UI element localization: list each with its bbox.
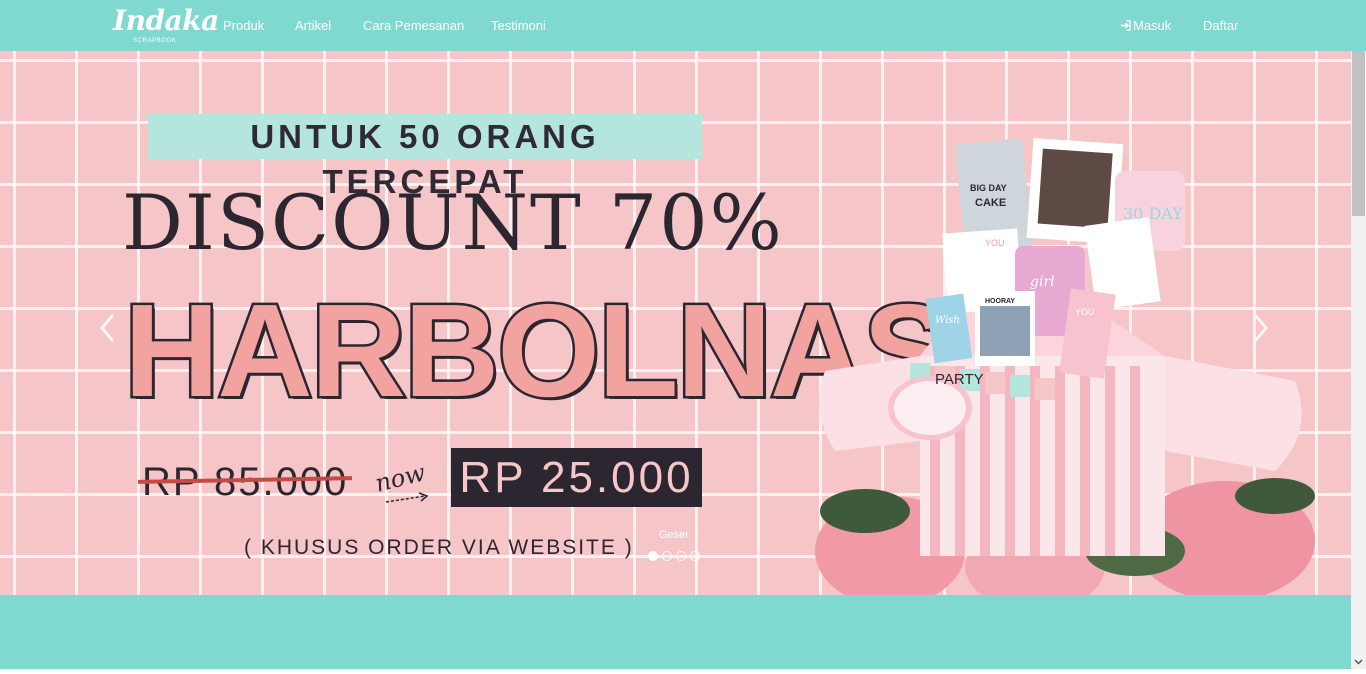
scroll-down-button[interactable] (1351, 654, 1366, 669)
carousel-hint: Geser (659, 529, 689, 541)
logo-tagline: SCRAPBOOK (133, 38, 177, 44)
harbolnas-headline: HARBOLNAS (122, 275, 954, 427)
register-link[interactable]: Daftar (1203, 18, 1238, 34)
logo-wordmark: Indaka (113, 4, 219, 37)
sign-in-icon (1120, 20, 1131, 31)
chevron-right-icon (1254, 314, 1268, 342)
nav-cara-pemesanan[interactable]: Cara Pemesanan (363, 18, 464, 34)
carousel-indicator-3[interactable] (676, 551, 686, 561)
art-label-big-day: BIG DAY (970, 183, 1007, 193)
carousel-prev-button[interactable] (92, 308, 122, 348)
nav-artikel[interactable]: Artikel (295, 18, 331, 34)
art-label-you-2: YOU (1075, 307, 1095, 317)
new-price: RP 25.000 (459, 453, 694, 502)
login-label: Masuk (1133, 18, 1172, 33)
hero-carousel: UNTUK 50 ORANG TERCEPAT DISCOUNT 70% HAR… (0, 51, 1351, 595)
carousel-indicator-2[interactable] (662, 551, 672, 561)
scrollbar-thumb[interactable] (1352, 51, 1365, 216)
art-label-hooray: HOORAY (985, 298, 1015, 305)
art-label-you: YOU (985, 238, 1005, 248)
nav-testimoni[interactable]: Testimoni (491, 18, 546, 34)
carousel-indicator-1[interactable] (648, 551, 658, 561)
carousel-indicators (648, 548, 704, 561)
discount-heading: DISCOUNT 70% (122, 178, 784, 267)
promo-banner: UNTUK 50 ORANG TERCEPAT (148, 114, 702, 200)
login-link[interactable]: Masuk (1120, 18, 1171, 34)
page-scrollbar[interactable] (1351, 51, 1366, 669)
new-price-box: RP 25.000 (451, 448, 702, 507)
carousel-next-button[interactable] (1246, 308, 1276, 348)
chevron-left-icon (100, 314, 114, 342)
carousel-indicator-4[interactable] (690, 551, 700, 561)
art-label-wish: Wish (935, 315, 960, 326)
art-label-cake: CAKE (975, 197, 1006, 209)
art-label-party: PARTY (935, 371, 984, 388)
content-section-top (0, 595, 1351, 669)
art-label-girl: girl (1030, 274, 1055, 290)
now-arrow-icon (385, 492, 429, 503)
top-navbar: Indaka SCRAPBOOK Produk Artikel Cara Pem… (0, 0, 1366, 51)
website-only-note: ( KHUSUS ORDER VIA WEBSITE ) (244, 536, 634, 559)
nav-produk[interactable]: Produk (223, 18, 264, 34)
chevron-down-icon (1354, 659, 1363, 665)
brand-logo[interactable]: Indaka SCRAPBOOK (113, 4, 219, 46)
art-label-30-day: 30 DAY (1123, 204, 1183, 223)
